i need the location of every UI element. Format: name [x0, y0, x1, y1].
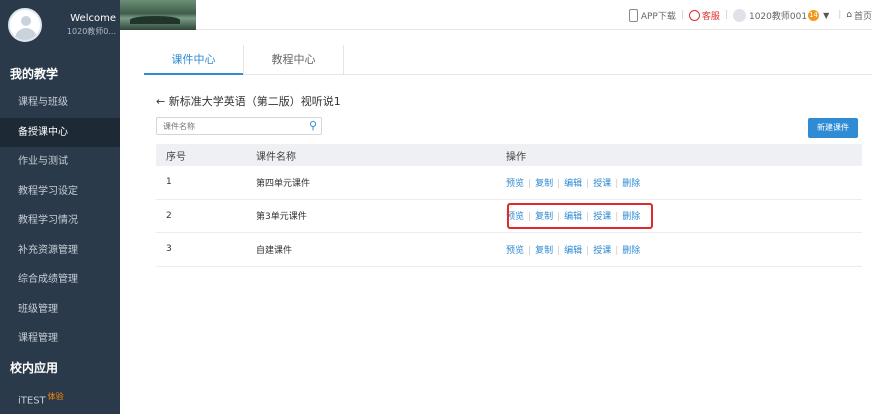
user-name[interactable]: 1020教师001 — [749, 9, 807, 22]
sidebar-item-homework-test[interactable]: 作业与测试 — [0, 147, 120, 177]
sidebar-item-course-class[interactable]: 课程与班级 — [0, 88, 120, 118]
preview-link[interactable]: 预览 — [506, 179, 524, 189]
sidebar: Welcome 1020教师0... 我的教学 课程与班级 备授课中心 作业与测… — [0, 0, 120, 414]
table-row: 1 第四单元课件 预览 | 复制 | 编辑 | 授课 | 删除 — [156, 166, 862, 200]
header-name: 课件名称 — [256, 151, 296, 163]
row-actions: 预览 | 复制 | 编辑 | 授课 | 删除 — [506, 176, 862, 189]
itest-label: iTEST — [18, 394, 46, 406]
chevron-down-icon[interactable]: ▼ — [823, 11, 829, 20]
search-icon[interactable]: ⚲ — [309, 119, 317, 132]
row-index: 2 — [166, 210, 172, 221]
preview-link[interactable]: 预览 — [506, 246, 524, 256]
topbar: APP下载 | 客服 | 1020教师001 14 ▼ | ⌂ 首页 — [120, 0, 872, 30]
row-name: 第3单元课件 — [256, 212, 307, 223]
row-name: 第四单元课件 — [256, 178, 311, 189]
avatar[interactable] — [8, 8, 42, 42]
copy-link[interactable]: 复制 — [535, 246, 553, 256]
banner-image — [120, 0, 196, 30]
divider: | — [680, 10, 684, 20]
table-row: 3 自建课件 预览 | 复制 | 编辑 | 授课 | 删除 — [156, 233, 862, 267]
row-name: 自建课件 — [256, 245, 293, 256]
app-root: Welcome 1020教师0... 我的教学 课程与班级 备授课中心 作业与测… — [0, 0, 872, 414]
headset-icon — [688, 9, 700, 21]
row-index: 1 — [166, 177, 172, 188]
row-index: 3 — [166, 244, 172, 255]
top-right-menu: APP下载 | 客服 | 1020教师001 14 ▼ | ⌂ 首页 — [628, 0, 872, 30]
edit-link[interactable]: 编辑 — [564, 246, 582, 256]
table-header: 序号 课件名称 操作 — [156, 144, 862, 166]
group-title-campus-apps: 校内应用 — [10, 360, 59, 375]
divider: | — [586, 245, 590, 256]
message-badge[interactable]: 14 — [808, 9, 820, 21]
profile[interactable]: Welcome 1020教师0... — [0, 0, 120, 50]
divider: | — [838, 10, 842, 20]
page-title[interactable]: ← 新标准大学英语（第二版）视听说1 — [156, 93, 341, 109]
copy-link[interactable]: 复制 — [535, 212, 553, 222]
profile-text: Welcome 1020教师0... — [50, 13, 116, 37]
sidebar-item-itest[interactable]: iTEST 体验 — [0, 382, 120, 412]
main-content: 课件中心 教程中心 ← 新标准大学英语（第二版）视听说1 ⚲ 新建课件 序号 课… — [120, 31, 872, 414]
trial-badge: 体验 — [47, 391, 64, 401]
app-download-link[interactable]: APP下载 — [641, 9, 676, 22]
sidebar-item-course-mgmt[interactable]: 课程管理 — [0, 324, 120, 354]
avatar-body — [15, 28, 37, 40]
welcome-text: Welcome — [70, 13, 116, 24]
username-text: 1020教师0... — [66, 27, 116, 36]
avatar-head — [21, 16, 31, 26]
divider: | — [528, 212, 532, 223]
teach-link[interactable]: 授课 — [593, 212, 611, 222]
copy-link[interactable]: 复制 — [535, 179, 553, 189]
sidebar-item-study-status[interactable]: 教程学习情况 — [0, 206, 120, 236]
sidebar-item-study-settings[interactable]: 教程学习设定 — [0, 177, 120, 207]
divider: | — [724, 10, 728, 20]
sidebar-item-prep-center[interactable]: 备授课中心 — [0, 117, 120, 147]
divider: | — [557, 212, 561, 223]
divider: | — [615, 212, 619, 223]
teach-link[interactable]: 授课 — [593, 179, 611, 189]
search-input[interactable] — [157, 118, 297, 134]
header-actions: 操作 — [506, 151, 526, 163]
search-box: ⚲ — [156, 117, 322, 135]
home-link[interactable]: 首页 — [854, 9, 872, 22]
divider: | — [557, 245, 561, 256]
tab-textbook-center[interactable]: 教程中心 — [244, 45, 344, 74]
divider: | — [528, 178, 532, 189]
edit-link[interactable]: 编辑 — [564, 179, 582, 189]
user-icon — [732, 8, 746, 22]
row-actions: 预览 | 复制 | 编辑 | 授课 | 删除 — [506, 243, 862, 256]
new-courseware-button[interactable]: 新建课件 — [808, 118, 858, 138]
sidebar-item-resources[interactable]: 补充资源管理 — [0, 236, 120, 266]
divider: | — [528, 245, 532, 256]
delete-link[interactable]: 删除 — [622, 212, 640, 222]
table-row: 2 第3单元课件 预览 | 复制 | 编辑 | 授课 | 删除 — [156, 200, 862, 233]
delete-link[interactable]: 删除 — [622, 246, 640, 256]
service-link[interactable]: 客服 — [702, 9, 720, 22]
delete-link[interactable]: 删除 — [622, 179, 640, 189]
edit-link[interactable]: 编辑 — [564, 212, 582, 222]
divider: | — [586, 178, 590, 189]
courseware-table: 序号 课件名称 操作 1 第四单元课件 预览 | 复制 | 编辑 | 授课 | 删除 2 第3单… — [156, 144, 862, 267]
divider: | — [557, 178, 561, 189]
header-index: 序号 — [166, 151, 186, 163]
home-icon: ⌂ — [846, 10, 852, 20]
tab-courseware-center[interactable]: 课件中心 — [144, 45, 244, 75]
teach-link[interactable]: 授课 — [593, 246, 611, 256]
tab-bar: 课件中心 教程中心 — [144, 45, 872, 75]
sidebar-item-class-mgmt[interactable]: 班级管理 — [0, 295, 120, 325]
banner-hill — [130, 16, 180, 24]
phone-icon — [628, 8, 638, 22]
divider: | — [615, 178, 619, 189]
preview-link[interactable]: 预览 — [506, 212, 524, 222]
divider: | — [615, 245, 619, 256]
divider: | — [586, 212, 590, 223]
sidebar-item-grades[interactable]: 综合成绩管理 — [0, 265, 120, 295]
group-title-my-teaching: 我的教学 — [10, 67, 59, 81]
row-actions: 预览 | 复制 | 编辑 | 授课 | 删除 — [506, 209, 862, 222]
